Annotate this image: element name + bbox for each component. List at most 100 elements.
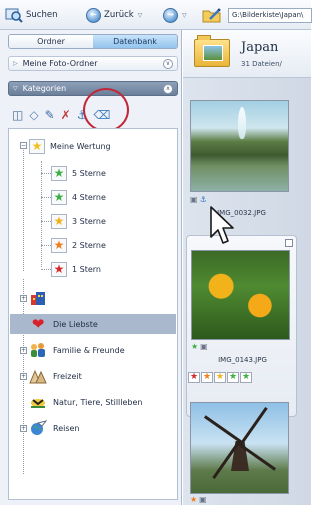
thumbnail-checkbox[interactable] bbox=[285, 239, 293, 247]
tree-item-label: Reisen bbox=[53, 423, 80, 433]
travel-icon bbox=[28, 419, 48, 437]
tree-item-label: 5 Sterne bbox=[72, 168, 106, 178]
leisure-icon bbox=[28, 367, 48, 385]
folder-photo-icon bbox=[194, 35, 230, 67]
toolbar: Suchen ← Zurück ▽ → ▽ G:\Bilderkiste\Jap… bbox=[0, 0, 312, 30]
view-mode-switch: Ordner Datenbank bbox=[8, 34, 178, 49]
mouse-cursor-icon bbox=[210, 206, 234, 244]
tree-item-3-stars[interactable]: ★ 3 Sterne bbox=[51, 212, 106, 230]
back-button[interactable]: ← Zurück ▽ bbox=[86, 7, 142, 23]
tree-item-label: Architektur bbox=[53, 293, 98, 303]
orange-star-icon: ★ bbox=[51, 237, 67, 253]
tree-expander-leisure[interactable]: + bbox=[20, 373, 27, 380]
thumbnail-filename: IMG_0143.JPG bbox=[218, 356, 267, 364]
camera-icon: ▣ bbox=[199, 495, 207, 504]
back-history-dropdown-icon[interactable]: ▽ bbox=[138, 12, 143, 19]
tree-expander-travel[interactable]: + bbox=[20, 425, 27, 432]
tree-item-label: Meine Wertung bbox=[50, 141, 111, 151]
section-collapse-icon[interactable]: ∧ bbox=[163, 84, 173, 94]
thumbnail-filename: IMG_0032.JPG bbox=[217, 209, 266, 217]
remove-tag-icon[interactable]: ✗ bbox=[61, 108, 71, 122]
tree-item-2-stars[interactable]: ★ 2 Sterne bbox=[51, 236, 106, 254]
search-label: Suchen bbox=[26, 10, 58, 20]
category-tag-icon: ⚓ bbox=[199, 195, 207, 204]
tree-item-label: 2 Sterne bbox=[72, 240, 106, 250]
highlight-ring bbox=[83, 88, 129, 132]
section-expand-icon[interactable]: ∨ bbox=[163, 59, 173, 69]
green-star-icon: ★ bbox=[191, 342, 199, 351]
my-photo-folders-label: Meine Foto-Ordner bbox=[22, 59, 98, 68]
tree-item-label: Familie & Freunde bbox=[53, 345, 125, 355]
rating-star-4-icon[interactable]: ★ bbox=[227, 372, 239, 383]
nature-icon bbox=[28, 393, 48, 411]
thumbnail-badges: ★ ▣ bbox=[190, 495, 207, 505]
tag-icon[interactable]: ◇ bbox=[29, 108, 38, 122]
heart-icon: ❤ bbox=[31, 315, 45, 333]
rating-star-2-icon[interactable]: ★ bbox=[201, 372, 213, 383]
thumbnail-image[interactable] bbox=[190, 100, 289, 192]
search-icon bbox=[5, 8, 23, 23]
tree-item-architecture[interactable]: Architektur bbox=[28, 289, 97, 307]
tree-item-my-rating[interactable]: ★ Meine Wertung bbox=[29, 137, 111, 155]
rating-star-3-icon[interactable]: ★ bbox=[214, 372, 226, 383]
category-tree: − ★ Meine Wertung ★ 5 Sterne ★ 4 Sterne … bbox=[8, 128, 178, 500]
folder-title: Japan bbox=[241, 40, 279, 55]
tree-item-4-stars[interactable]: ★ 4 Sterne bbox=[51, 188, 106, 206]
expand-arrow-icon: ▷ bbox=[13, 60, 18, 67]
star-rating[interactable]: ★ ★ ★ ★ ★ bbox=[188, 372, 252, 384]
navigation-panel: Ordner Datenbank ▷ Meine Foto-Ordner ∨ ▽… bbox=[0, 30, 182, 505]
thumbnail-image[interactable] bbox=[190, 402, 289, 494]
tree-expander-architecture[interactable]: + bbox=[20, 295, 27, 302]
tree-item-1-star[interactable]: ★ 1 Stern bbox=[51, 260, 101, 278]
tree-item-family-friends[interactable]: Familie & Freunde bbox=[28, 341, 125, 359]
green-star-icon: ★ bbox=[51, 165, 67, 181]
tree-item-die-liebste[interactable]: ❤ Die Liebste bbox=[28, 315, 98, 333]
forward-history-dropdown-icon[interactable]: ▽ bbox=[182, 12, 187, 19]
tree-item-label: 3 Sterne bbox=[72, 216, 106, 226]
camera-icon: ▣ bbox=[190, 195, 198, 204]
forward-button[interactable]: → ▽ bbox=[163, 7, 187, 23]
back-label: Zurück bbox=[104, 10, 134, 20]
tree-expander-rating[interactable]: − bbox=[20, 142, 27, 149]
tree-item-label: 4 Sterne bbox=[72, 192, 106, 202]
rating-star-1-icon[interactable]: ★ bbox=[188, 372, 200, 383]
back-arrow-icon: ← bbox=[86, 7, 101, 23]
rating-star-5-icon[interactable]: ★ bbox=[240, 372, 252, 383]
forward-arrow-icon: → bbox=[163, 7, 178, 23]
search-button[interactable]: Suchen bbox=[5, 7, 57, 23]
thumbnail-item[interactable]: ▣ ⚓ IMG_0032.JPG bbox=[186, 86, 297, 218]
thumbnail-panel: Japan 31 Dateien/ ▣ ⚓ IMG_0032.JPG ★ ▣ I… bbox=[183, 30, 311, 505]
tag-cards-icon[interactable]: ◫ bbox=[12, 108, 23, 122]
yellow-star-icon: ★ bbox=[51, 213, 67, 229]
thumbnail-item[interactable]: ★ ▣ bbox=[186, 400, 297, 505]
orange-star-icon: ★ bbox=[190, 495, 198, 504]
tree-item-leisure[interactable]: Freizeit bbox=[28, 367, 82, 385]
tree-item-label: Freizeit bbox=[53, 371, 82, 381]
tree-item-travel[interactable]: Reisen bbox=[28, 419, 80, 437]
folder-edit-icon bbox=[202, 8, 221, 23]
thumbnail-badges: ▣ ⚓ bbox=[190, 195, 207, 205]
thumbnail-item-selected[interactable]: ★ ▣ IMG_0143.JPG ★ ★ ★ ★ ★ bbox=[186, 235, 297, 417]
tab-folders[interactable]: Ordner bbox=[9, 35, 93, 48]
people-icon bbox=[28, 341, 48, 359]
tree-item-nature[interactable]: Natur, Tiere, Stillleben bbox=[28, 393, 142, 411]
green-star-icon: ★ bbox=[51, 189, 67, 205]
my-photo-folders-header[interactable]: ▷ Meine Foto-Ordner ∨ bbox=[8, 56, 178, 71]
red-star-icon: ★ bbox=[51, 261, 67, 277]
tree-item-label: Die Liebste bbox=[53, 319, 98, 329]
tree-item-label: 1 Stern bbox=[72, 264, 101, 274]
rating-star-icon: ★ bbox=[29, 138, 45, 154]
thumbnail-badges: ★ ▣ bbox=[191, 342, 208, 352]
collapse-arrow-icon: ▽ bbox=[13, 85, 18, 92]
thumbnail-image[interactable] bbox=[191, 250, 290, 340]
tree-item-label: Natur, Tiere, Stillleben bbox=[53, 397, 143, 407]
tab-database[interactable]: Datenbank bbox=[93, 35, 177, 48]
tree-item-5-stars[interactable]: ★ 5 Sterne bbox=[51, 164, 106, 182]
architecture-icon bbox=[28, 289, 48, 307]
folder-header: Japan 31 Dateien/ bbox=[183, 30, 311, 78]
browse-folder-button[interactable] bbox=[202, 7, 222, 23]
path-input[interactable]: G:\Bilderkiste\Japan\ bbox=[228, 8, 312, 23]
tree-expander-family[interactable]: + bbox=[20, 347, 27, 354]
tag-edit-icon[interactable]: ✎ bbox=[45, 108, 55, 122]
file-count: 31 Dateien/ bbox=[241, 60, 282, 68]
